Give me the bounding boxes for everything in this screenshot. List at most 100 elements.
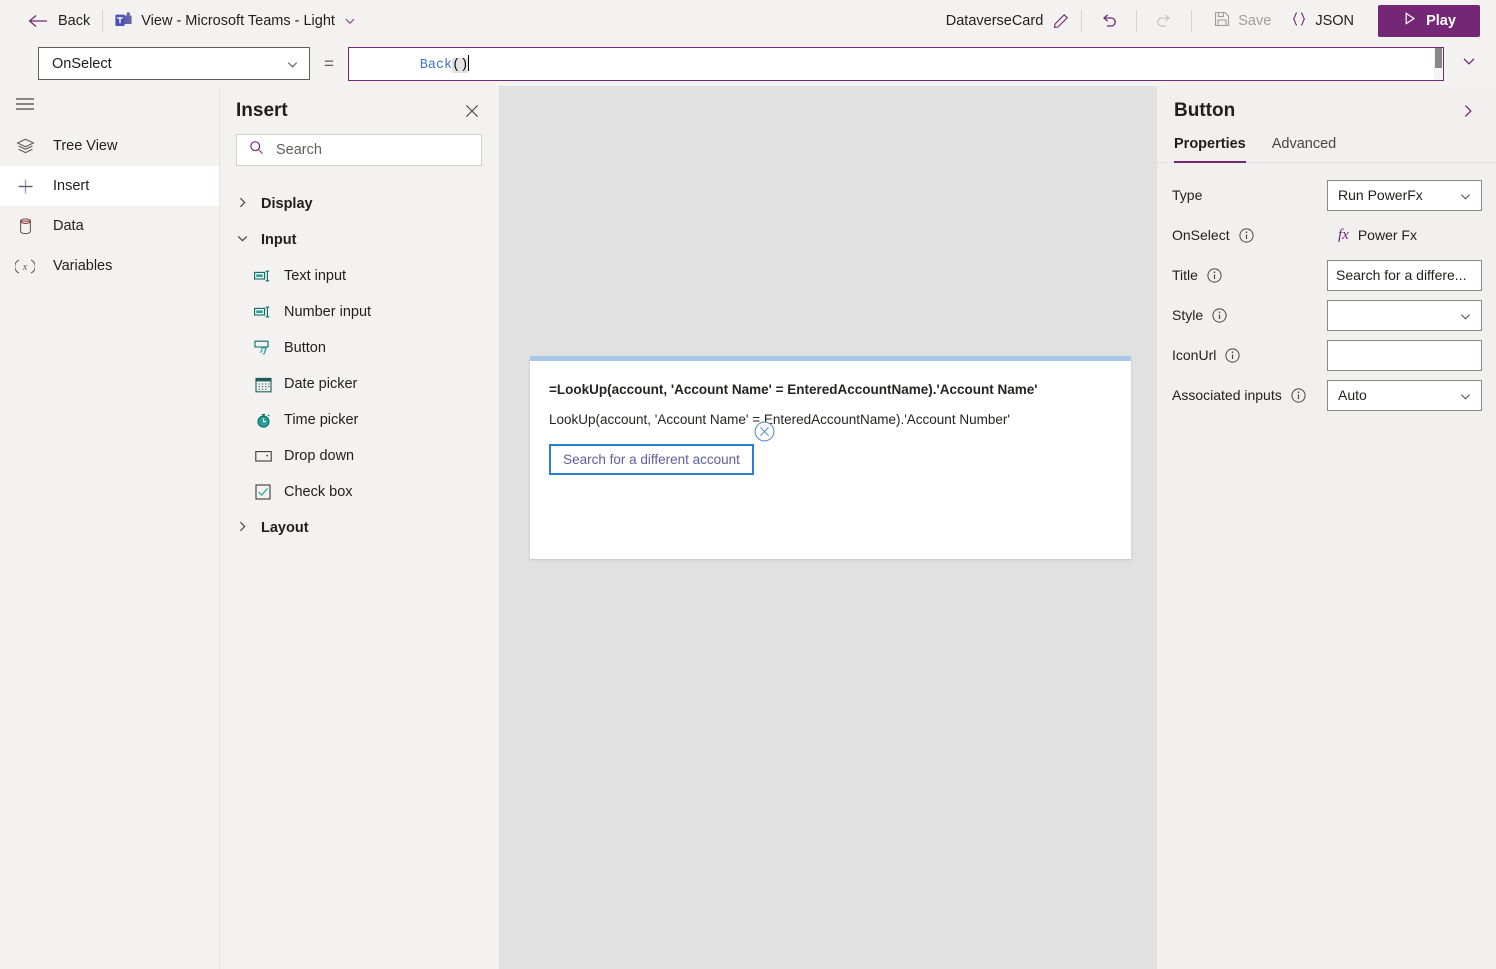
insert-category-label: Input — [261, 232, 297, 248]
chevron-right-icon[interactable] — [1458, 101, 1478, 121]
info-icon[interactable] — [1225, 347, 1240, 363]
sidebar-item-tree-view[interactable]: Tree View — [0, 126, 219, 166]
properties-panel-tabs: Properties Advanced — [1157, 122, 1496, 163]
chevron-down-icon — [286, 58, 299, 75]
property-row-associated-inputs: Associated inputs Auto — [1157, 375, 1496, 415]
pencil-icon[interactable] — [1053, 13, 1069, 29]
associated-inputs-dropdown[interactable]: Auto — [1327, 379, 1482, 411]
sidebar-item-label: Data — [53, 218, 84, 234]
back-button[interactable]: Back — [28, 13, 90, 29]
insert-control-time-picker[interactable]: Time picker — [221, 402, 499, 438]
left-navigation-rail: Tree View Insert Data x Variables — [0, 86, 220, 969]
sidebar-item-variables[interactable]: x Variables — [0, 246, 219, 286]
sidebar-item-label: Tree View — [53, 138, 118, 154]
arrow-left-icon — [28, 14, 48, 28]
power-apps-cards-designer: Back View - Microsoft Teams - Light Data… — [0, 0, 1496, 969]
title-input[interactable]: Search for a differe... — [1327, 259, 1482, 291]
sidebar-item-insert[interactable]: Insert — [0, 166, 219, 206]
formula-input[interactable]: Back() — [347, 46, 1444, 81]
formula-scrollbar[interactable] — [1433, 47, 1443, 80]
property-label-text: OnSelect — [1172, 227, 1230, 243]
insert-control-label: Button — [284, 340, 326, 356]
insert-control-label: Check box — [284, 484, 353, 500]
undo-button[interactable] — [1094, 6, 1124, 36]
chevron-down-icon — [1459, 310, 1472, 326]
hamburger-menu-button[interactable] — [0, 86, 219, 126]
card-canvas[interactable]: =LookUp(account, 'Account Name' = Entere… — [500, 86, 1157, 969]
iconurl-input[interactable] — [1327, 339, 1482, 371]
property-row-onselect: OnSelect fx Power Fx — [1157, 215, 1496, 255]
close-icon[interactable] — [462, 101, 482, 121]
save-button[interactable]: Save — [1204, 6, 1281, 36]
circle-x-delete-icon[interactable] — [754, 421, 775, 442]
insert-category-input[interactable]: Input — [221, 222, 499, 258]
back-button-label: Back — [58, 12, 91, 29]
property-label: Associated inputs — [1172, 387, 1327, 403]
insert-control-check-box[interactable]: Check box — [221, 474, 499, 510]
insert-category-label: Layout — [261, 520, 309, 536]
property-label-text: Title — [1172, 267, 1198, 283]
card-name-area: DataverseCard — [946, 13, 1070, 29]
tab-properties[interactable]: Properties — [1174, 136, 1246, 163]
insert-panel: Insert Display Input — [221, 86, 500, 969]
plus-icon — [15, 176, 35, 196]
search-icon — [249, 140, 264, 160]
chevron-right-icon — [236, 520, 249, 537]
sidebar-item-label: Variables — [53, 258, 113, 274]
play-triangle-icon — [1402, 11, 1417, 30]
property-label: IconUrl — [1172, 347, 1327, 363]
info-icon[interactable] — [1212, 307, 1227, 323]
search-box[interactable] — [236, 134, 482, 166]
insert-control-label: Text input — [284, 268, 347, 284]
json-button[interactable]: JSON — [1281, 6, 1364, 36]
insert-control-label: Date picker — [284, 376, 358, 392]
property-label: Style — [1172, 307, 1327, 323]
redo-button[interactable] — [1149, 6, 1179, 36]
toolbar-divider — [1081, 9, 1083, 32]
play-button[interactable]: Play — [1378, 4, 1480, 37]
hamburger-menu-icon — [15, 96, 35, 117]
formula-expand-button[interactable] — [1452, 47, 1486, 81]
info-icon[interactable] — [1291, 387, 1306, 403]
insert-control-date-picker[interactable]: Date picker — [221, 366, 499, 402]
tab-advanced[interactable]: Advanced — [1272, 136, 1337, 163]
insert-control-label: Number input — [284, 304, 372, 320]
info-icon[interactable] — [1207, 267, 1222, 283]
property-label: OnSelect — [1172, 227, 1327, 243]
sidebar-item-data[interactable]: Data — [0, 206, 219, 246]
card-name-label: DataverseCard — [945, 12, 1044, 29]
toolbar-divider — [102, 9, 104, 32]
toolbar-divider — [1191, 9, 1193, 32]
sidebar-item-label: Insert — [53, 178, 90, 194]
type-dropdown[interactable]: Run PowerFx — [1327, 179, 1482, 211]
dropdown-icon — [254, 447, 272, 465]
property-label: Type — [1172, 187, 1327, 203]
insert-category-display[interactable]: Display — [221, 186, 499, 222]
property-dropdown-value: OnSelect — [52, 55, 112, 72]
onselect-powerfx-button[interactable]: fx Power Fx — [1327, 227, 1417, 244]
insert-control-number-input[interactable]: Number input — [221, 294, 499, 330]
insert-category-layout[interactable]: Layout — [221, 510, 499, 546]
insert-panel-header: Insert — [221, 86, 499, 128]
dataverse-card-preview[interactable]: =LookUp(account, 'Account Name' = Entere… — [530, 356, 1131, 559]
search-input[interactable] — [274, 141, 469, 159]
property-label-text: IconUrl — [1172, 347, 1217, 363]
style-dropdown[interactable] — [1327, 299, 1482, 331]
insert-control-text-input[interactable]: Text input — [221, 258, 499, 294]
svg-text:x: x — [22, 262, 28, 273]
insert-control-button[interactable]: Button — [221, 330, 499, 366]
property-row-style: Style — [1157, 295, 1496, 335]
save-disk-icon — [1214, 11, 1230, 31]
chevron-down-icon — [1459, 390, 1472, 406]
play-button-label: Play — [1426, 12, 1456, 29]
text-input-icon — [254, 267, 272, 285]
property-row-iconurl: IconUrl — [1157, 335, 1496, 375]
insert-panel-title: Insert — [236, 100, 288, 121]
card-search-button[interactable]: Search for a different account — [549, 444, 754, 475]
insert-control-drop-down[interactable]: Drop down — [221, 438, 499, 474]
redo-icon — [1155, 12, 1173, 30]
info-icon[interactable] — [1238, 227, 1254, 243]
app-title-dropdown[interactable]: View - Microsoft Teams - Light — [115, 12, 356, 29]
properties-panel-title: Button — [1174, 100, 1236, 121]
property-dropdown[interactable]: OnSelect — [38, 47, 310, 80]
